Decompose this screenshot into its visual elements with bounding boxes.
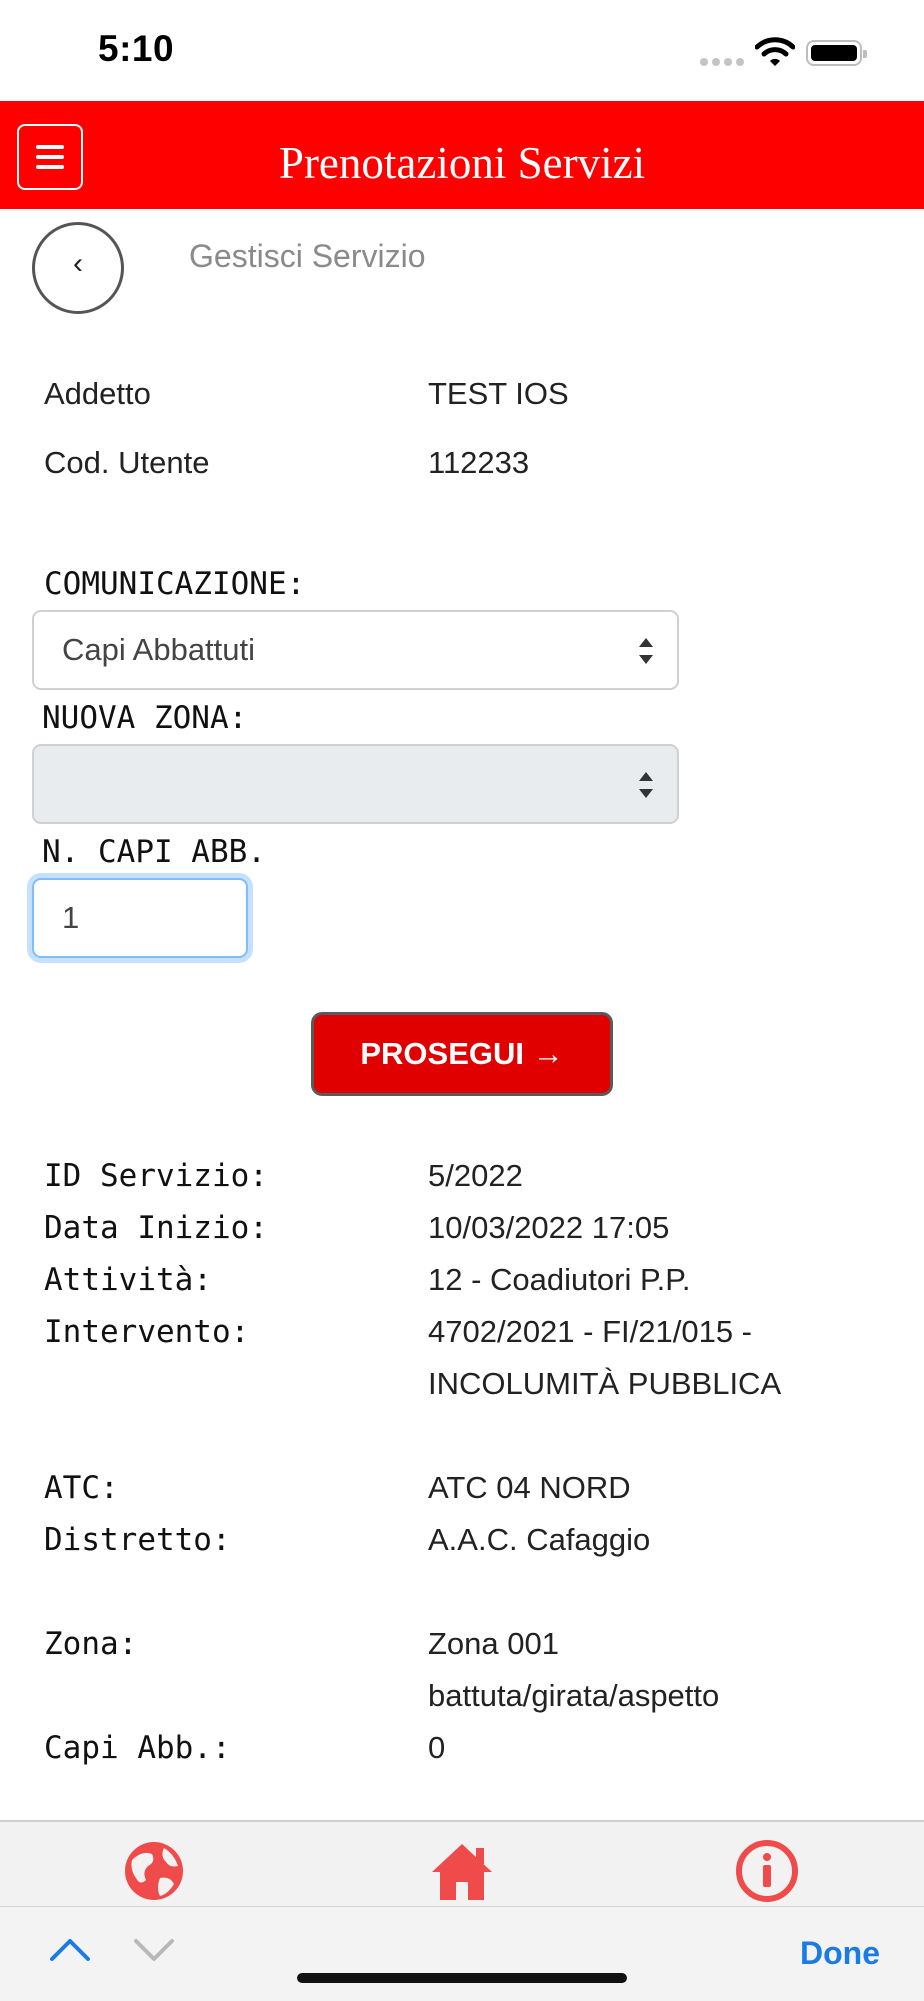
intervento-label: Intervento: bbox=[44, 1314, 250, 1350]
home-icon[interactable] bbox=[428, 1838, 496, 1904]
home-indicator bbox=[297, 1973, 627, 1983]
distretto-label: Distretto: bbox=[44, 1522, 231, 1558]
next-field-chevron-down-icon[interactable] bbox=[132, 1935, 176, 1963]
zona-value: Zona 001 bbox=[428, 1626, 559, 1661]
page-subtitle: Gestisci Servizio bbox=[189, 238, 426, 274]
intervento-value: 4702/2021 - FI/21/015 - bbox=[428, 1314, 753, 1349]
capi-abb-label: Capi Abb.: bbox=[44, 1730, 231, 1766]
zona-label: Zona: bbox=[44, 1626, 138, 1662]
id-servizio-label: ID Servizio: bbox=[44, 1158, 268, 1194]
status-time: 5:10 bbox=[98, 28, 175, 69]
atc-label: ATC: bbox=[44, 1470, 119, 1506]
capi-label: N. CAPI ABB. bbox=[42, 834, 266, 870]
select-arrows-icon bbox=[639, 638, 653, 664]
capi-abb-value: 0 bbox=[428, 1730, 446, 1765]
comunicazione-label: COMUNICAZIONE: bbox=[44, 566, 306, 602]
nuova-zona-select[interactable] bbox=[32, 744, 679, 824]
intervento-value-line2: INCOLUMITÀ PUBBLICA bbox=[428, 1366, 782, 1401]
back-button[interactable]: ‹ bbox=[32, 222, 124, 314]
header-title: Prenotazioni Servizi bbox=[278, 138, 646, 188]
atc-value: ATC 04 NORD bbox=[428, 1470, 631, 1505]
info-icon[interactable] bbox=[733, 1838, 801, 1904]
battery-icon bbox=[806, 40, 867, 66]
comunicazione-select[interactable]: Capi Abbattuti bbox=[32, 610, 679, 690]
zona-value-line2: battuta/girata/aspetto bbox=[428, 1678, 720, 1713]
capi-input[interactable]: 1 bbox=[32, 878, 248, 958]
capi-input-value: 1 bbox=[62, 900, 80, 935]
wifi-icon bbox=[754, 36, 796, 68]
data-inizio-label: Data Inizio: bbox=[44, 1210, 268, 1246]
distretto-value: A.A.C. Cafaggio bbox=[428, 1522, 651, 1557]
data-inizio-value: 10/03/2022 17:05 bbox=[428, 1210, 670, 1245]
attivita-label: Attività: bbox=[44, 1262, 212, 1298]
done-button[interactable]: Done bbox=[800, 1935, 880, 1972]
addetto-label: Addetto bbox=[44, 376, 151, 411]
comunicazione-selected-value: Capi Abbattuti bbox=[62, 632, 256, 667]
prosegui-button[interactable]: PROSEGUI → bbox=[311, 1012, 613, 1096]
globe-icon[interactable] bbox=[120, 1838, 188, 1904]
back-chevron-icon: ‹ bbox=[73, 247, 83, 280]
select-arrows-icon bbox=[639, 772, 653, 798]
id-servizio-value: 5/2022 bbox=[428, 1158, 523, 1193]
cellular-signal-icon bbox=[700, 58, 744, 66]
addetto-value: TEST IOS bbox=[428, 376, 569, 411]
previous-field-chevron-up-icon[interactable] bbox=[48, 1935, 92, 1963]
nuova-zona-label: NUOVA ZONA: bbox=[42, 700, 248, 736]
attivita-value: 12 - Coadiutori P.P. bbox=[428, 1262, 691, 1297]
cod-utente-label: Cod. Utente bbox=[44, 445, 210, 480]
cod-utente-value: 112233 bbox=[428, 445, 530, 480]
